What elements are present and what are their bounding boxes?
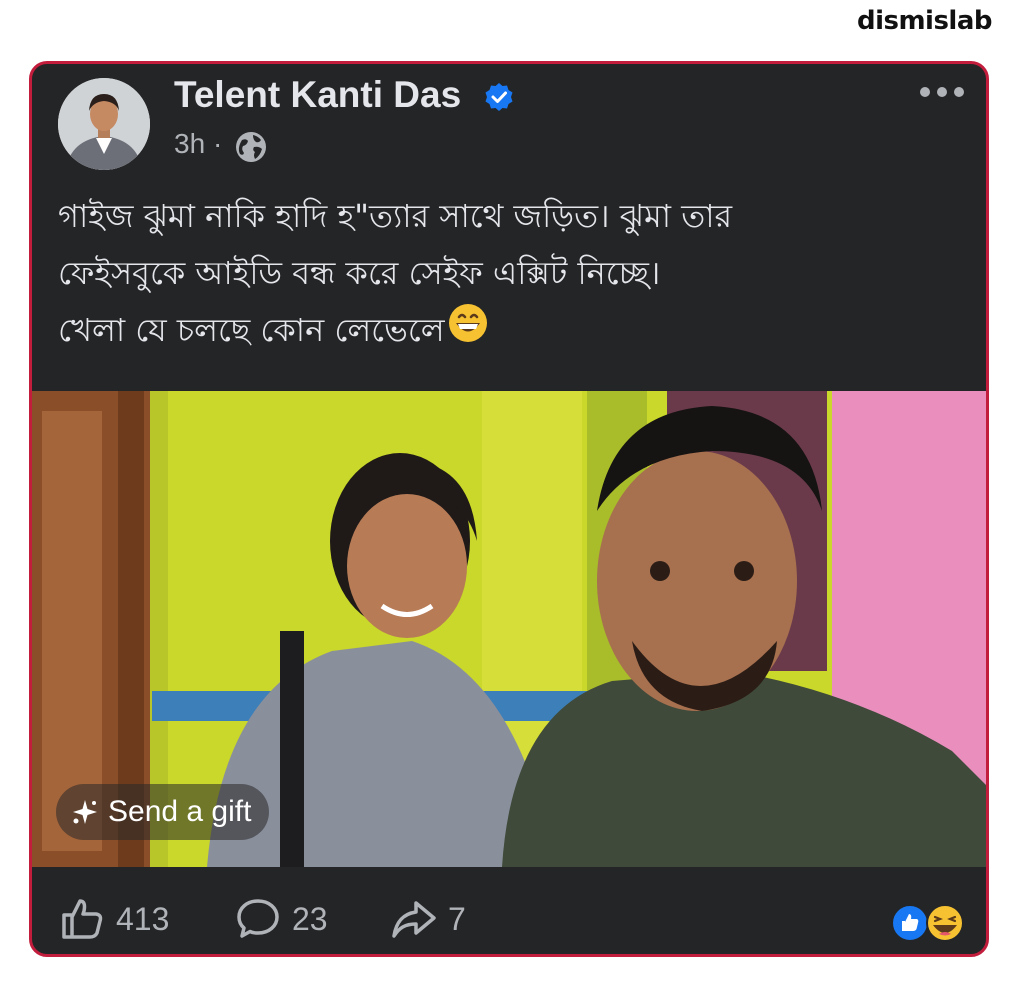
post-text-line: ফেইসবুকে আইডি বন্ধ করে সেইফ এক্সিট নিচ্ছ… bbox=[58, 254, 661, 292]
post-time[interactable]: 3h bbox=[174, 128, 205, 159]
send-gift-label: Send a gift bbox=[108, 795, 252, 828]
post-meta: 3h · bbox=[174, 128, 222, 160]
share-count: 7 bbox=[448, 900, 466, 937]
like-count: 413 bbox=[116, 900, 170, 937]
gift-sparkle-icon bbox=[73, 800, 97, 824]
post-text-line: গাইজ ঝুমা নাকি হাদি হ"ত্যার সাথে জড়িত। … bbox=[58, 197, 733, 235]
share-button[interactable]: 7 bbox=[390, 895, 466, 943]
dismislab-watermark: dismislab bbox=[856, 6, 993, 36]
comment-icon bbox=[237, 899, 279, 938]
haha-reaction-icon bbox=[926, 904, 964, 942]
meta-separator: · bbox=[212, 128, 223, 159]
more-options-icon[interactable] bbox=[918, 84, 966, 100]
avatar[interactable] bbox=[58, 78, 150, 170]
post-text: গাইজ ঝুমা নাকি হাদি হ"ত্যার সাথে জড়িত। … bbox=[58, 188, 968, 362]
post-text-line-last: খেলা যে চলছে কোন লেভেলে bbox=[58, 302, 968, 362]
post-footer: 413 23 7 bbox=[32, 867, 986, 954]
globe-icon bbox=[236, 132, 266, 162]
post-text-line: খেলা যে চলছে কোন লেভেলে bbox=[58, 311, 445, 349]
facebook-post-card: Telent Kanti Das 3h · গাইজ ঝুমা নাকি হাদ… bbox=[29, 61, 989, 957]
reactions-summary[interactable] bbox=[890, 903, 970, 943]
grinning-face-emoji bbox=[447, 302, 489, 362]
author-name[interactable]: Telent Kanti Das bbox=[174, 74, 461, 116]
comment-button[interactable]: 23 bbox=[234, 895, 328, 943]
comment-count: 23 bbox=[292, 900, 328, 937]
verified-badge-icon bbox=[485, 83, 513, 111]
thumbs-up-icon bbox=[62, 899, 103, 939]
like-button[interactable]: 413 bbox=[58, 895, 169, 943]
share-arrow-icon bbox=[392, 901, 436, 938]
send-gift-button[interactable]: Send a gift bbox=[56, 784, 270, 840]
